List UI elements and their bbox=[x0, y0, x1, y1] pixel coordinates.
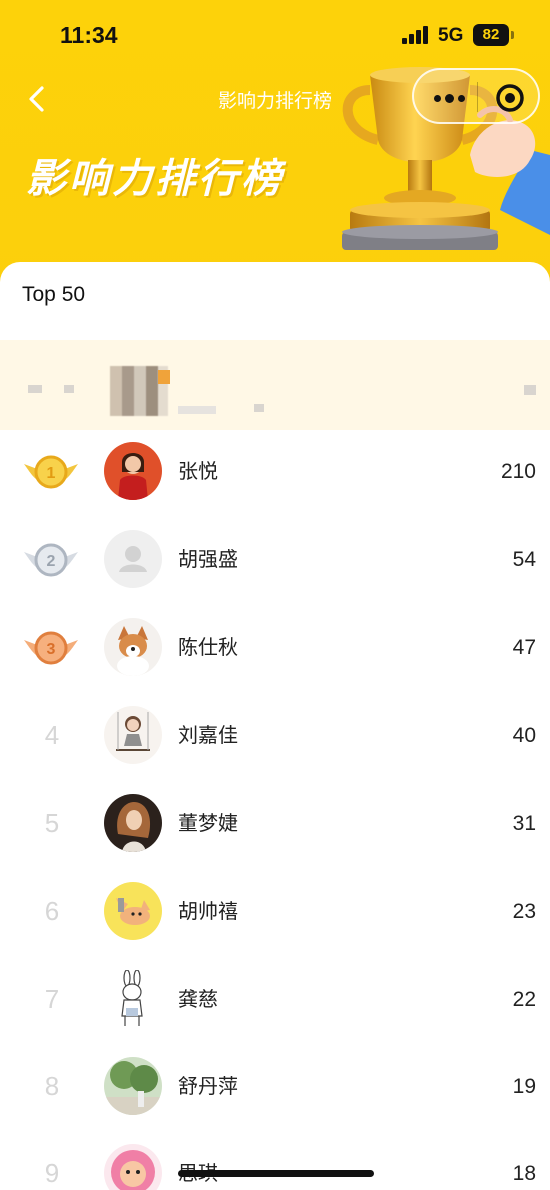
rank-number: 6 bbox=[44, 896, 60, 926]
avatar[interactable] bbox=[104, 442, 162, 500]
rank-number: 7 bbox=[44, 984, 60, 1014]
avatar[interactable] bbox=[104, 794, 162, 852]
ranking-row[interactable]: 7 龚慈 22 bbox=[0, 956, 550, 1043]
ranking-row[interactable]: 9 思琪 18 bbox=[0, 1130, 550, 1190]
top-label: Top 50 bbox=[22, 283, 86, 306]
my-rank-row[interactable] bbox=[0, 340, 550, 430]
battery-icon: 82 bbox=[473, 24, 509, 46]
battery-cap bbox=[511, 31, 514, 39]
user-score: 210 bbox=[500, 460, 536, 483]
avatar[interactable] bbox=[104, 1057, 162, 1115]
rank-number: 5 bbox=[44, 808, 60, 838]
rank-number: 4 bbox=[44, 720, 60, 750]
ranking-row[interactable]: 6 胡帅禧 23 bbox=[0, 868, 550, 955]
user-name: 刘嘉佳 bbox=[178, 723, 238, 747]
user-name: 董梦婕 bbox=[178, 811, 238, 835]
svg-text:3: 3 bbox=[47, 641, 56, 658]
home-indicator[interactable] bbox=[178, 1170, 374, 1177]
user-name: 陈仕秋 bbox=[178, 635, 238, 659]
avatar[interactable] bbox=[104, 530, 162, 588]
user-score: 18 bbox=[512, 1162, 536, 1185]
user-name: 龚慈 bbox=[178, 987, 218, 1011]
user-name: 张悦 bbox=[178, 459, 218, 483]
network-type: 5G bbox=[438, 25, 464, 46]
user-name: 胡强盛 bbox=[178, 547, 238, 571]
rank-number: 9 bbox=[44, 1158, 60, 1188]
avatar[interactable] bbox=[104, 618, 162, 676]
avatar[interactable] bbox=[104, 706, 162, 764]
user-score: 19 bbox=[512, 1075, 536, 1098]
user-name: 胡帅禧 bbox=[178, 899, 238, 923]
user-score: 47 bbox=[512, 636, 536, 659]
bronze-medal-icon: 3 bbox=[24, 631, 78, 665]
gold-medal-icon: 1 bbox=[24, 455, 78, 489]
user-score: 40 bbox=[512, 724, 536, 747]
ranking-row[interactable]: 5 董梦婕 31 bbox=[0, 780, 550, 867]
user-score: 31 bbox=[512, 812, 536, 835]
ranking-row[interactable]: 8 舒丹萍 19 bbox=[0, 1043, 550, 1130]
svg-text:2: 2 bbox=[47, 553, 56, 570]
rank-number: 8 bbox=[44, 1071, 60, 1101]
signal-icon bbox=[402, 26, 432, 44]
avatar[interactable] bbox=[104, 1144, 162, 1190]
svg-text:1: 1 bbox=[47, 465, 56, 482]
ranking-row[interactable]: 1 张悦 210 bbox=[0, 428, 550, 515]
user-score: 54 bbox=[512, 548, 536, 571]
avatar[interactable] bbox=[104, 970, 162, 1028]
user-score: 22 bbox=[512, 988, 536, 1011]
ranking-row[interactable]: 3 陈仕秋 47 bbox=[0, 604, 550, 691]
ranking-row[interactable]: 2 胡强盛 54 bbox=[0, 516, 550, 603]
user-name: 舒丹萍 bbox=[178, 1074, 238, 1098]
silver-medal-icon: 2 bbox=[24, 543, 78, 577]
nav-title: 影响力排行榜 bbox=[217, 90, 332, 112]
user-name: 思琪 bbox=[178, 1130, 218, 1190]
banner-title: 影响力排行榜 bbox=[26, 156, 284, 202]
avatar[interactable] bbox=[104, 882, 162, 940]
ranking-row[interactable]: 4 刘嘉佳 40 bbox=[0, 692, 550, 779]
status-time: 11:34 bbox=[60, 22, 118, 48]
header-banner: 11:34 5G 82 影响力排行榜 影响力排行榜 bbox=[0, 0, 550, 300]
user-score: 23 bbox=[512, 900, 536, 923]
